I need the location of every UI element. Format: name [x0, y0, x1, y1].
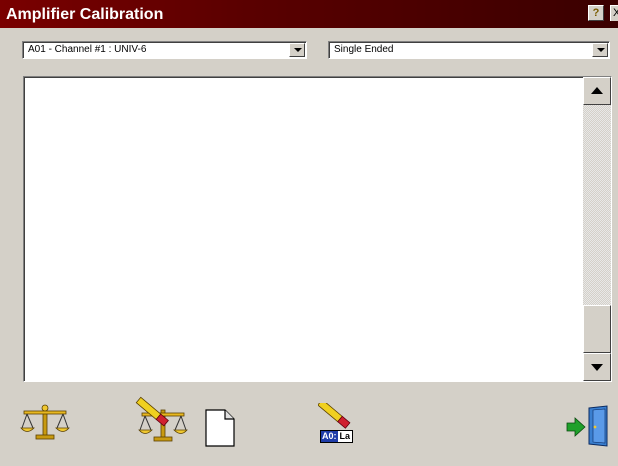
- label-badge: A0: La: [320, 430, 354, 443]
- balance-scale-icon: [20, 402, 70, 442]
- badge-channel-text: A0:: [321, 431, 338, 442]
- channel-select-dropdown-button[interactable]: [289, 43, 305, 57]
- channel-select-value: A01 - Channel #1 : UNIV-6: [28, 44, 147, 55]
- scroll-thumb[interactable]: [583, 305, 611, 353]
- badge-label-text: La: [337, 431, 353, 442]
- mode-select-dropdown-button[interactable]: [592, 43, 608, 57]
- blank-document-icon: [203, 408, 237, 448]
- help-button[interactable]: ?: [588, 5, 604, 21]
- erase-labels-button[interactable]: A0: La: [318, 403, 368, 443]
- calibration-list[interactable]: [23, 76, 612, 382]
- scroll-down-button[interactable]: [583, 353, 611, 381]
- close-button[interactable]: X: [610, 5, 618, 21]
- balance-scale-eraser-icon: [132, 396, 190, 446]
- mode-select[interactable]: Single Ended: [328, 41, 610, 59]
- exit-button[interactable]: [563, 404, 615, 450]
- scroll-up-button[interactable]: [583, 77, 611, 105]
- new-document-button[interactable]: [203, 408, 237, 448]
- exit-door-icon: [563, 404, 615, 450]
- mode-select-value: Single Ended: [334, 44, 394, 55]
- vertical-scrollbar[interactable]: [583, 77, 611, 381]
- eraser-label-icon: [318, 403, 368, 433]
- channel-select[interactable]: A01 - Channel #1 : UNIV-6: [22, 41, 307, 59]
- window-title: Amplifier Calibration: [6, 6, 164, 23]
- calibrate-button[interactable]: [20, 402, 70, 442]
- title-bar: Amplifier Calibration ? X: [0, 0, 618, 28]
- erase-calibration-button[interactable]: [132, 396, 190, 446]
